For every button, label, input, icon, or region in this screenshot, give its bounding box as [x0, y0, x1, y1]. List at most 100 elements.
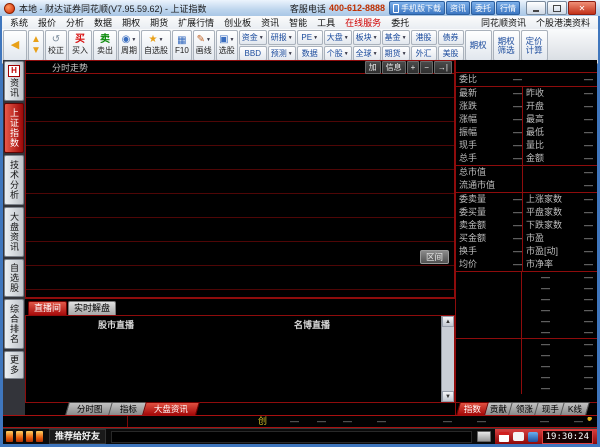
live-tab-0[interactable]: 直播间 — [28, 301, 67, 315]
funds-bbd-bottom-button[interactable]: BBD — [239, 46, 267, 61]
minimize-button[interactable] — [526, 1, 546, 15]
quote-row: 换手—市盈[动]— — [456, 245, 597, 258]
intraday-chart[interactable]: 区间 — [25, 74, 455, 298]
menu-right-item-0[interactable]: 同花顺资讯 — [476, 16, 531, 29]
field-value: — — [522, 305, 550, 316]
quote-tab-4[interactable]: K线 — [560, 402, 590, 415]
live-scrollbar[interactable]: ▲ ▼ — [441, 316, 454, 402]
field-label: 均价 — [456, 258, 496, 271]
bottom-tab-0[interactable]: 分时图 — [65, 402, 114, 415]
add-button[interactable]: 加 — [365, 61, 381, 74]
wrench-icon[interactable] — [585, 417, 594, 426]
menu-right-item-1[interactable]: 个股港澳资料 — [531, 16, 595, 29]
f10-button[interactable]: ▦F10 — [172, 30, 192, 61]
fund-futures-top-button[interactable]: 基金▼ — [382, 30, 410, 45]
pricing-calc-button[interactable]: 定价 计算 — [521, 30, 548, 61]
quick-button-2[interactable]: 委托 — [471, 1, 495, 15]
hk-forex-bottom-button[interactable]: 外汇 — [411, 46, 437, 61]
market-stock-top-button[interactable]: 大盘▼ — [324, 30, 352, 45]
menu-item-0[interactable]: 系统 — [5, 16, 33, 29]
menu-item-4[interactable]: 期权 — [117, 16, 145, 29]
menu-item-10[interactable]: 工具 — [312, 16, 340, 29]
hot-icon-1[interactable] — [6, 431, 13, 442]
chat-icon[interactable] — [513, 432, 524, 441]
bottom-tab-2[interactable]: 大盘资讯 — [142, 402, 200, 415]
period-button[interactable]: ◉▼周期 — [118, 30, 140, 61]
funds-bbd-top-button[interactable]: 资金▼ — [239, 30, 267, 45]
sidebar-tab-5[interactable]: 综合排名 — [4, 299, 24, 349]
share-to-friend-button[interactable]: 推荐给好友 — [49, 429, 106, 444]
field-value: — — [570, 258, 597, 271]
dropdown-icon: ▼ — [206, 37, 211, 43]
bond-us-bottom-button[interactable]: 美股 — [438, 46, 464, 61]
sidebar-tab-2[interactable]: 技术分析 — [4, 155, 24, 205]
window-controls: ✕ — [526, 1, 596, 15]
menu-item-8[interactable]: 资讯 — [256, 16, 284, 29]
menu-item-3[interactable]: 数据 — [89, 16, 117, 29]
scroll-down-icon[interactable]: ▼ — [442, 391, 454, 402]
options-filter-button[interactable]: 期权 筛选 — [493, 30, 520, 61]
scroll-updown[interactable]: ▲▼ — [28, 30, 44, 61]
sidebar-tab-6[interactable]: 更多 — [4, 351, 24, 379]
correction-button[interactable]: ↺校正 — [45, 30, 67, 61]
market-stock-bottom-button[interactable]: 个股▼ — [324, 46, 352, 61]
close-button[interactable]: ✕ — [568, 1, 596, 15]
options-button[interactable]: 期权 — [465, 30, 492, 61]
menu-item-6[interactable]: 扩展行情 — [173, 16, 219, 29]
field-value: — — [522, 316, 550, 327]
maximize-button[interactable] — [547, 1, 567, 15]
hk-forex-top-button[interactable]: 港股 — [411, 30, 437, 45]
hot-icon-3[interactable] — [26, 431, 33, 442]
field-value: — — [496, 113, 522, 126]
button-label: 债券 — [443, 32, 459, 43]
menu-item-12[interactable]: 委托 — [386, 16, 414, 29]
fund-futures-bottom-button[interactable]: 期货▼ — [382, 46, 410, 61]
stock-pick-button[interactable]: ▣▼选股 — [216, 30, 238, 61]
zoom-out-button[interactable]: − — [420, 61, 433, 74]
dropdown-icon: ▼ — [344, 35, 349, 41]
report-forecast-top-button[interactable]: 研报▼ — [268, 30, 296, 45]
sidebar-tab-4[interactable]: 自选股 — [4, 259, 24, 297]
info-button[interactable]: 信息 — [382, 61, 406, 74]
status-message-field — [111, 431, 472, 443]
hot-icon-4[interactable] — [36, 431, 43, 442]
ticker-symbol: 创 — [258, 416, 267, 427]
pe-data-top-button[interactable]: PE▼ — [297, 30, 323, 45]
clock-icon: ◉ — [122, 35, 131, 45]
watchlist-button[interactable]: ★▼自选股 — [141, 30, 171, 61]
menu-item-7[interactable]: 创业板 — [219, 16, 256, 29]
draw-line-button[interactable]: ✎▼画线 — [193, 30, 215, 61]
quote-tab-0[interactable]: 指数 — [456, 402, 489, 415]
sidebar-tab-3[interactable]: 大盘资讯 — [4, 207, 24, 257]
live-tab-1[interactable]: 实时解盘 — [68, 301, 116, 315]
pe-data-bottom-button[interactable]: 数据 — [297, 46, 323, 61]
report-forecast-bottom-button[interactable]: 预测▼ — [268, 46, 296, 61]
menu-item-9[interactable]: 智能 — [284, 16, 312, 29]
sector-global-bottom-button[interactable]: 全球▼ — [353, 46, 381, 61]
field-label: 开盘 — [522, 100, 570, 113]
bond-us-top-button[interactable]: 债券 — [438, 30, 464, 45]
hot-icon-2[interactable] — [16, 431, 23, 442]
printer-icon[interactable] — [477, 431, 491, 442]
scroll-up-icon[interactable]: ▲ — [442, 316, 454, 327]
next-button[interactable]: →| — [434, 61, 452, 74]
menu-item-1[interactable]: 报价 — [33, 16, 61, 29]
menu-item-5[interactable]: 期货 — [145, 16, 173, 29]
back-button[interactable]: ◀ — [3, 30, 27, 61]
messenger-icon[interactable] — [528, 432, 538, 442]
titlebar-quick-buttons: 手机版下载资讯委托行情 — [389, 1, 520, 15]
menu-item-11[interactable]: 在线服务 — [340, 16, 386, 29]
range-button[interactable]: 区间 — [420, 250, 449, 264]
zoom-in-button[interactable]: + — [407, 61, 420, 74]
menu-item-2[interactable]: 分析 — [61, 16, 89, 29]
sidebar-tab-0[interactable]: H资讯 — [4, 61, 24, 101]
ticker-dash-7: — — [574, 416, 583, 427]
buy-button[interactable]: 买买入 — [68, 30, 92, 61]
sector-global-top-button[interactable]: 板块▼ — [353, 30, 381, 45]
sell-button[interactable]: 卖卖出 — [93, 30, 117, 61]
calendar-icon[interactable] — [499, 432, 509, 442]
quick-button-1[interactable]: 资讯 — [446, 1, 470, 15]
quick-button-3[interactable]: 行情 — [496, 1, 520, 15]
sidebar-tab-1[interactable]: 上证指数 — [4, 103, 24, 153]
quick-button-0[interactable]: 手机版下载 — [389, 1, 445, 15]
